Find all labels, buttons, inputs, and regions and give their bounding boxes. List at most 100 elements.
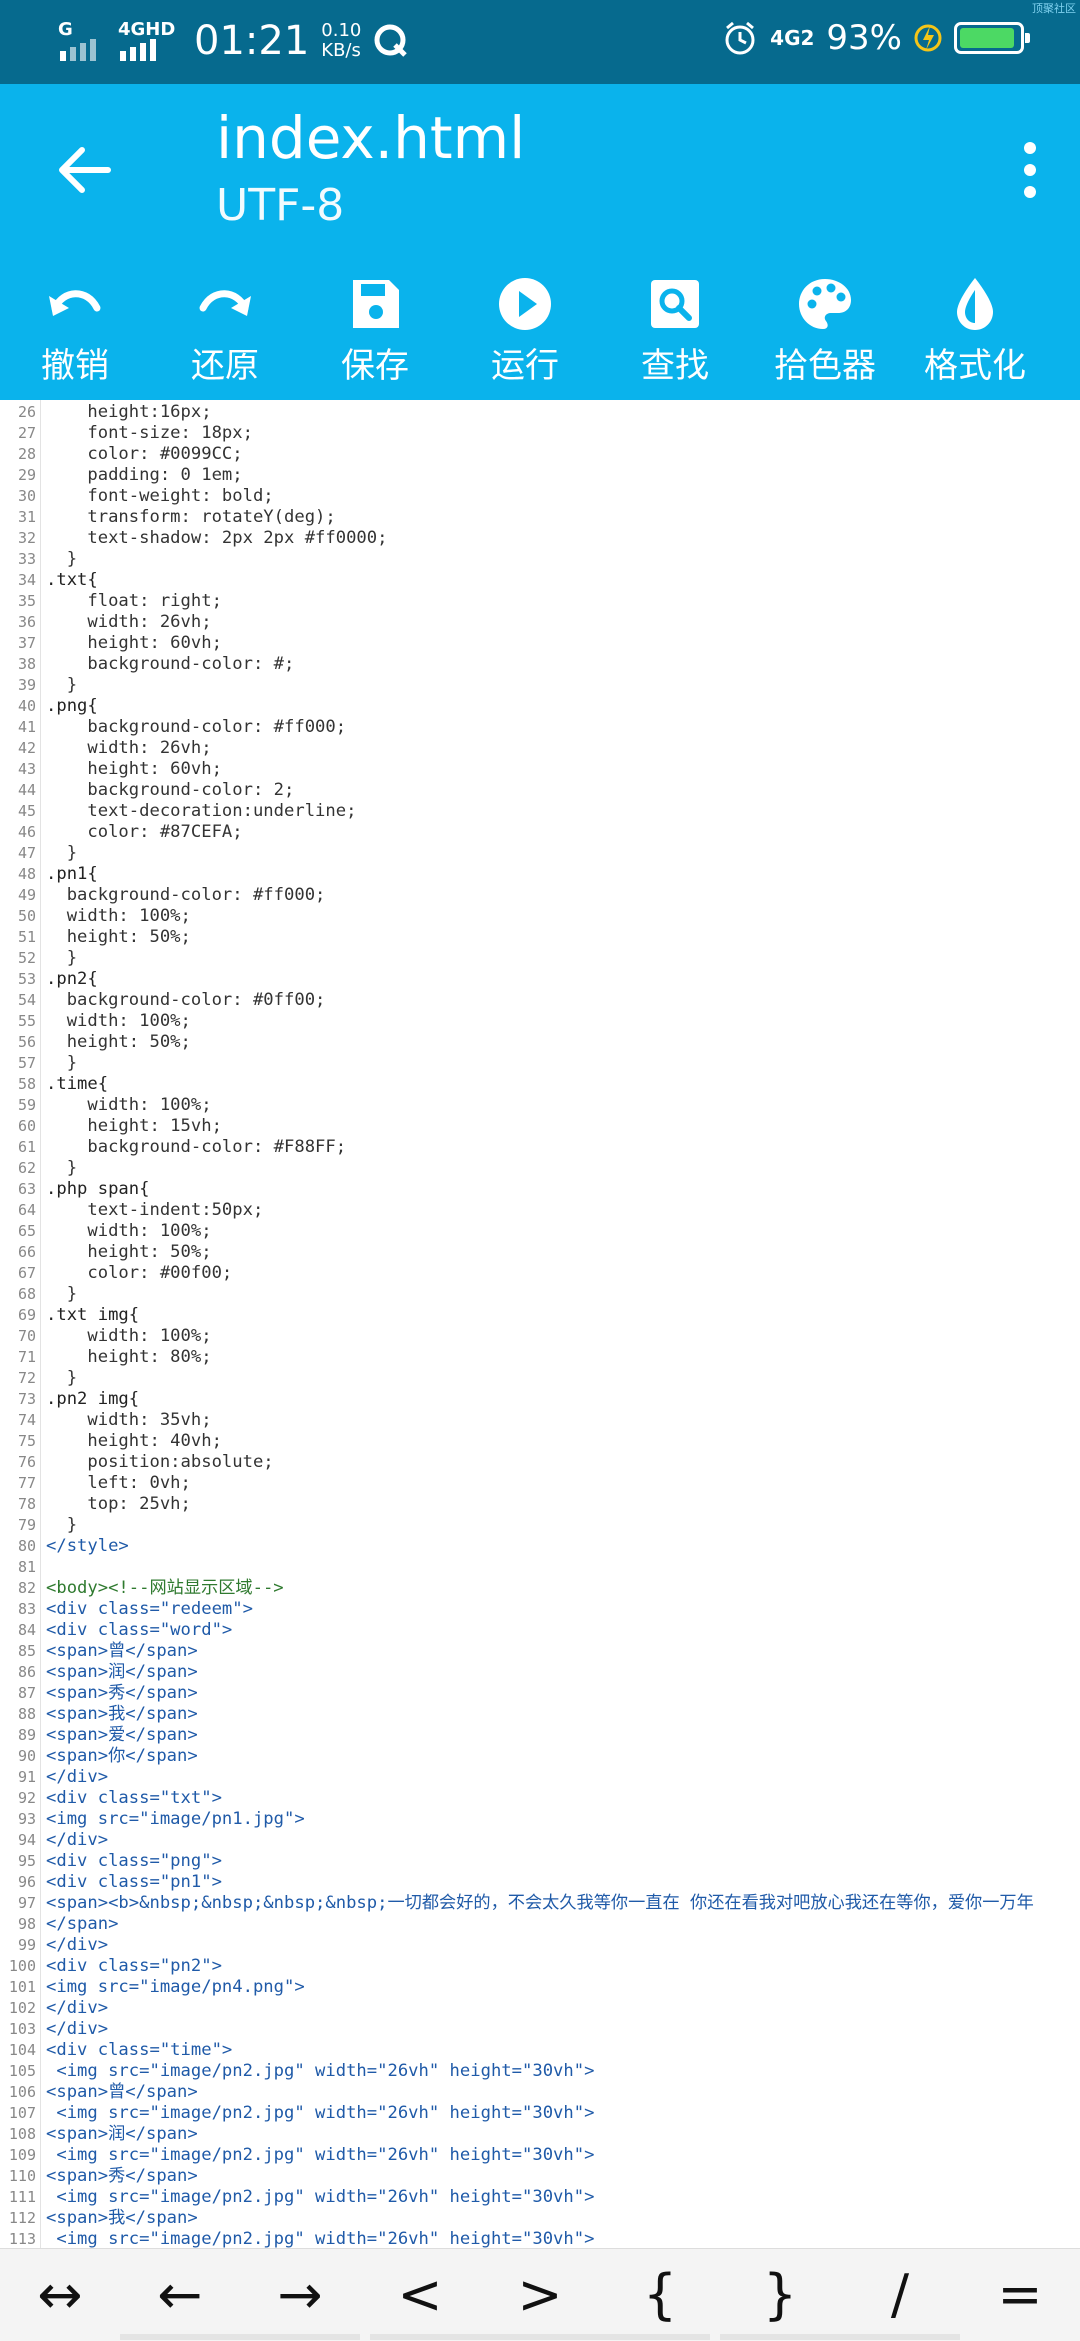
code-text[interactable]: <img src="image/pn4.png"> xyxy=(46,1977,305,1998)
code-line[interactable]: 75 height: 40vh; xyxy=(0,1431,1080,1452)
code-line[interactable]: 31 transform: rotateY(deg); xyxy=(0,507,1080,528)
code-text[interactable]: <span><b>&nbsp;&nbsp;&nbsp;&nbsp;一切都会好的，… xyxy=(46,1893,1034,1914)
redo-button[interactable]: 还原 xyxy=(150,268,300,400)
code-text[interactable]: width: 100%; xyxy=(46,1011,191,1032)
code-line[interactable]: 26 height:16px; xyxy=(0,402,1080,423)
code-line[interactable]: 98 </span> xyxy=(0,1914,1080,1935)
run-button[interactable]: 运行 xyxy=(450,268,600,400)
code-line[interactable]: 107 <img src="image/pn2.jpg" width="26vh… xyxy=(0,2103,1080,2124)
code-line[interactable]: 87 <span>秀</span> xyxy=(0,1683,1080,1704)
code-text[interactable]: <span>曾</span> xyxy=(46,1641,198,1662)
code-line[interactable]: 55 width: 100%; xyxy=(0,1011,1080,1032)
code-text[interactable]: } xyxy=(46,1158,77,1179)
code-text[interactable]: <body><!--网站显示区域--> xyxy=(46,1578,284,1599)
code-text[interactable]: width: 35vh; xyxy=(46,1410,211,1431)
code-text[interactable]: width: 100%; xyxy=(46,1221,211,1242)
code-line[interactable]: 78 top: 25vh; xyxy=(0,1494,1080,1515)
code-line[interactable]: 42 width: 26vh; xyxy=(0,738,1080,759)
code-text[interactable]: <img src="image/pn2.jpg" width="26vh" he… xyxy=(46,2187,594,2208)
code-line[interactable]: 95 <div class="png"> xyxy=(0,1851,1080,1872)
code-line[interactable]: 85 <span>曾</span> xyxy=(0,1641,1080,1662)
symbol-key-0[interactable]: ↔ xyxy=(0,2249,120,2341)
code-line[interactable]: 96 <div class="pn1"> xyxy=(0,1872,1080,1893)
code-text[interactable]: height: 15vh; xyxy=(46,1116,222,1137)
code-line[interactable]: 29 padding: 0 1em; xyxy=(0,465,1080,486)
code-text[interactable]: <span>秀</span> xyxy=(46,1683,198,1704)
code-text[interactable]: .pn2 img{ xyxy=(46,1389,139,1410)
code-line[interactable]: 104 <div class="time"> xyxy=(0,2040,1080,2061)
code-line[interactable]: 47 } xyxy=(0,843,1080,864)
code-text[interactable]: width: 100%; xyxy=(46,1095,211,1116)
code-line[interactable]: 100 <div class="pn2"> xyxy=(0,1956,1080,1977)
code-line[interactable]: 88 <span>我</span> xyxy=(0,1704,1080,1725)
code-line[interactable]: 99 </div> xyxy=(0,1935,1080,1956)
code-line[interactable]: 62 } xyxy=(0,1158,1080,1179)
code-line[interactable]: 90 <span>你</span> xyxy=(0,1746,1080,1767)
code-text[interactable]: </div> xyxy=(46,2019,108,2040)
code-text[interactable]: height: 50%; xyxy=(46,1242,211,1263)
code-text[interactable]: </span> xyxy=(46,1914,118,1935)
code-line[interactable]: 54 background-color: #0ff00; xyxy=(0,990,1080,1011)
code-line[interactable]: 56 height: 50%; xyxy=(0,1032,1080,1053)
code-text[interactable]: height: 60vh; xyxy=(46,759,222,780)
more-menu-icon[interactable] xyxy=(1022,142,1038,202)
code-line[interactable]: 103 </div> xyxy=(0,2019,1080,2040)
code-text[interactable]: height: 50%; xyxy=(46,1032,191,1053)
code-line[interactable]: 37 height: 60vh; xyxy=(0,633,1080,654)
color-picker-button[interactable]: 拾色器 xyxy=(750,268,900,400)
code-text[interactable]: <img src="image/pn2.jpg" width="26vh" he… xyxy=(46,2145,594,2166)
code-text[interactable]: </div> xyxy=(46,1998,108,2019)
code-line[interactable]: 48 .pn1{ xyxy=(0,864,1080,885)
code-text[interactable]: <span>润</span> xyxy=(46,1662,198,1683)
code-text[interactable]: </div> xyxy=(46,1935,108,1956)
code-text[interactable]: .pn1{ xyxy=(46,864,98,885)
code-text[interactable]: transform: rotateY(deg); xyxy=(46,507,335,528)
code-text[interactable]: <span>秀</span> xyxy=(46,2166,198,2187)
code-text[interactable]: .txt img{ xyxy=(46,1305,139,1326)
code-line[interactable]: 66 height: 50%; xyxy=(0,1242,1080,1263)
code-line[interactable]: 61 background-color: #F88FF; xyxy=(0,1137,1080,1158)
code-text[interactable]: <span>爱</span> xyxy=(46,1725,198,1746)
code-line[interactable]: 39 } xyxy=(0,675,1080,696)
code-line[interactable]: 67 color: #00f00; xyxy=(0,1263,1080,1284)
code-line[interactable]: 33 } xyxy=(0,549,1080,570)
code-text[interactable]: background-color: #F88FF; xyxy=(46,1137,346,1158)
symbol-key-7[interactable]: / xyxy=(840,2249,960,2341)
code-text[interactable]: } xyxy=(46,549,77,570)
symbol-key-4[interactable]: > xyxy=(480,2249,600,2341)
code-text[interactable]: color: #00f00; xyxy=(46,1263,232,1284)
code-text[interactable]: color: #0099CC; xyxy=(46,444,242,465)
code-text[interactable]: left: 0vh; xyxy=(46,1473,190,1494)
code-text[interactable]: height: 40vh; xyxy=(46,1431,222,1452)
code-line[interactable]: 82 <body><!--网站显示区域--> xyxy=(0,1578,1080,1599)
code-line[interactable]: 51 height: 50%; xyxy=(0,927,1080,948)
code-text[interactable]: background-color: #ff000; xyxy=(46,717,346,738)
code-text[interactable]: <img src="image/pn2.jpg" width="26vh" he… xyxy=(46,2061,594,2082)
code-line[interactable]: 77 left: 0vh; xyxy=(0,1473,1080,1494)
code-text[interactable]: width: 26vh; xyxy=(46,738,211,759)
code-line[interactable]: 49 background-color: #ff000; xyxy=(0,885,1080,906)
symbol-key-5[interactable]: { xyxy=(600,2249,720,2341)
code-text[interactable]: <div class="time"> xyxy=(46,2040,232,2061)
code-line[interactable]: 58 .time{ xyxy=(0,1074,1080,1095)
symbol-key-1[interactable]: ← xyxy=(120,2249,240,2341)
code-line[interactable]: 34 .txt{ xyxy=(0,570,1080,591)
code-text[interactable]: .php span{ xyxy=(46,1179,149,1200)
code-text[interactable]: height: 50%; xyxy=(46,927,191,948)
code-text[interactable]: .pn2{ xyxy=(46,969,98,990)
code-line[interactable]: 105 <img src="image/pn2.jpg" width="26vh… xyxy=(0,2061,1080,2082)
code-line[interactable]: 38 background-color: #; xyxy=(0,654,1080,675)
code-line[interactable]: 112 <span>我</span> xyxy=(0,2208,1080,2229)
code-line[interactable]: 97 <span><b>&nbsp;&nbsp;&nbsp;&nbsp;一切都会好… xyxy=(0,1893,1080,1914)
code-line[interactable]: 102 </div> xyxy=(0,1998,1080,2019)
code-line[interactable]: 74 width: 35vh; xyxy=(0,1410,1080,1431)
code-line[interactable]: 92 <div class="txt"> xyxy=(0,1788,1080,1809)
code-text[interactable]: width: 100%; xyxy=(46,906,191,927)
code-text[interactable]: <div class="word"> xyxy=(46,1620,232,1641)
code-text[interactable]: position:absolute; xyxy=(46,1452,273,1473)
code-text[interactable]: <div class="pn2"> xyxy=(46,1956,222,1977)
code-text[interactable]: float: right; xyxy=(46,591,222,612)
code-line[interactable]: 28 color: #0099CC; xyxy=(0,444,1080,465)
code-line[interactable]: 32 text-shadow: 2px 2px #ff0000; xyxy=(0,528,1080,549)
symbol-key-8[interactable]: = xyxy=(960,2249,1080,2341)
